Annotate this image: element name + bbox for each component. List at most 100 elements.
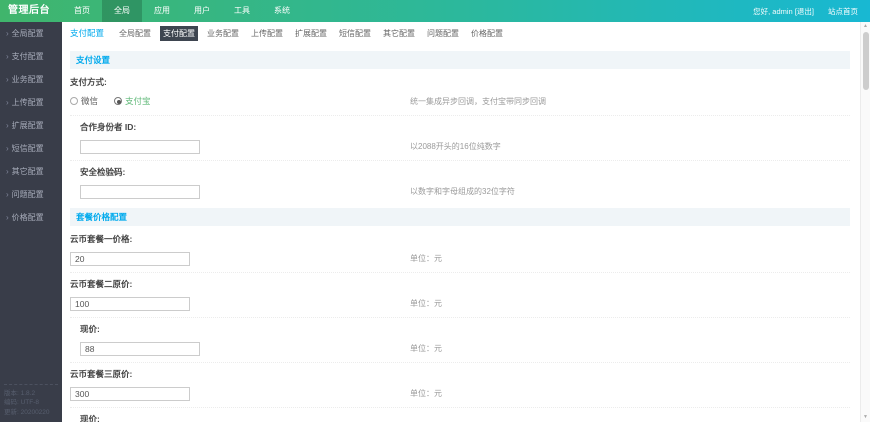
field-label: 合作身份者 ID:	[80, 122, 137, 132]
field-row: 以2088开头的16位纯数字	[70, 137, 850, 155]
breadcrumb[interactable]: 支付配置	[70, 27, 104, 39]
field-help-text: 单位：元	[410, 298, 442, 308]
version-text: 版本: 1.8.2	[4, 389, 36, 397]
chevron-right-icon: ›	[6, 167, 9, 176]
field-label: 支付方式:	[70, 77, 107, 87]
sidebar-item[interactable]: › 问题配置	[0, 183, 62, 206]
field-control	[70, 249, 410, 267]
sidebar-item[interactable]: › 全局配置	[0, 22, 62, 45]
field-help-text: 单位：元	[410, 253, 442, 263]
section-body: 支付方式: 微信 支付宝 统一集成异步回调，支付宝带同步回调合作身份者 ID: 以208…	[70, 71, 850, 205]
updated-text: 更新: 20200220	[4, 408, 50, 416]
section-header: 支付设置	[70, 51, 850, 69]
nav-item[interactable]: 用户	[182, 0, 222, 22]
tab[interactable]: 上传配置	[248, 26, 286, 41]
radio-unselected-icon[interactable]	[70, 97, 78, 105]
field-control	[70, 384, 410, 402]
field-help-text: 以2088开头的16位纯数字	[410, 141, 501, 151]
sidebar-footer: 版本: 1.8.2 编码: UTF-8 更新: 20200220	[4, 383, 58, 418]
tab-bar-tabs: 全局配置 支付配置 业务配置 上传配置 扩展配置 短信配置 其它配置 问题配置 价格配置	[116, 25, 512, 41]
main-content: 支付配置 全局配置 支付配置 业务配置 上传配置 扩展配置 短信配置 其它配置 问题配置 价格配…	[62, 22, 870, 422]
vertical-scrollbar[interactable]: ▲ ▼	[860, 22, 870, 422]
field-row: 单位：元	[70, 294, 850, 312]
field-label: 云币套餐二原价:	[70, 279, 133, 289]
field-row: 单位：元	[70, 249, 850, 267]
nav-item[interactable]: 全局	[102, 0, 142, 22]
sidebar-item-label: 扩展配置	[11, 121, 44, 130]
form-field: 支付方式: 微信 支付宝 统一集成异步回调，支付宝带同步回调	[70, 71, 850, 115]
greeting-text: 您好, admin	[753, 6, 793, 16]
radio-option[interactable]: 微信	[70, 95, 98, 107]
form-field: 云币套餐三原价: 单位：元	[70, 362, 850, 407]
text-input[interactable]	[80, 140, 200, 154]
scroll-down-icon[interactable]: ▼	[861, 413, 870, 422]
field-help-text: 统一集成异步回调，支付宝带同步回调	[410, 96, 546, 106]
tab[interactable]: 其它配置	[380, 26, 418, 41]
field-row: 单位：元	[70, 339, 850, 357]
chevron-right-icon: ›	[6, 52, 9, 61]
tab[interactable]: 扩展配置	[292, 26, 330, 41]
field-control	[70, 137, 410, 155]
form-field: 云币套餐二原价: 单位：元	[70, 272, 850, 317]
scroll-up-icon[interactable]: ▲	[861, 22, 870, 31]
tab[interactable]: 问题配置	[424, 26, 462, 41]
scrollbar-thumb[interactable]	[862, 32, 869, 90]
text-input[interactable]	[70, 252, 190, 266]
nav-item[interactable]: 工具	[222, 0, 262, 22]
sidebar-item-label: 问题配置	[11, 190, 44, 199]
field-label: 现价:	[80, 414, 100, 422]
nav-item[interactable]: 应用	[142, 0, 182, 22]
sidebar-item[interactable]: › 短信配置	[0, 137, 62, 160]
app-logo: 管理后台	[8, 5, 50, 16]
nav-item[interactable]: 系统	[262, 0, 302, 22]
field-control: 微信 支付宝	[70, 92, 410, 110]
form-field: 安全检验码: 以数字和字母组成的32位字符	[70, 160, 850, 205]
form: 支付设置支付方式: 微信 支付宝 统一集成异步回调，支付宝带同步回调合作身份者 ID:…	[62, 44, 860, 422]
sidebar: › 全局配置 › 支付配置 › 业务配置 › 上传配置 › 扩展配置 › 短信配置 › 其它配置 › 问题配置…	[0, 22, 62, 422]
tab[interactable]: 支付配置	[160, 25, 199, 41]
text-input[interactable]	[80, 185, 200, 199]
text-input[interactable]	[80, 342, 200, 356]
sidebar-item[interactable]: › 扩展配置	[0, 114, 62, 137]
sidebar-item[interactable]: › 业务配置	[0, 68, 62, 91]
field-control	[70, 294, 410, 312]
form-field: 云币套餐一价格: 单位：元	[70, 228, 850, 272]
text-input[interactable]	[70, 297, 190, 311]
section-header: 套餐价格配置	[70, 208, 850, 226]
field-label: 云币套餐一价格:	[70, 234, 133, 244]
chevron-right-icon: ›	[6, 144, 9, 153]
radio-label: 支付宝	[125, 96, 151, 106]
field-help-text: 单位：元	[410, 343, 442, 353]
tab[interactable]: 短信配置	[336, 26, 374, 41]
tab[interactable]: 全局配置	[116, 26, 154, 41]
sidebar-item-label: 业务配置	[11, 75, 44, 84]
field-control	[70, 182, 410, 200]
site-home-link[interactable]: 站点首页	[828, 6, 858, 17]
sidebar-item[interactable]: › 支付配置	[0, 45, 62, 68]
chevron-right-icon: ›	[6, 213, 9, 222]
encoding-text: 编码: UTF-8	[4, 399, 40, 406]
form-field: 现价: 单位：元	[70, 317, 850, 362]
field-label: 现价:	[80, 324, 100, 334]
field-row: 单位：元	[70, 384, 850, 402]
radio-option[interactable]: 支付宝	[114, 95, 151, 107]
tab[interactable]: 业务配置	[204, 26, 242, 41]
top-header: 管理后台 首页 全局 应用 用户 工具 系统 您好, admin [退出] 站点首页	[0, 0, 870, 22]
sidebar-item[interactable]: › 价格配置	[0, 206, 62, 229]
top-nav: 首页 全局 应用 用户 工具 系统	[62, 0, 302, 22]
text-input[interactable]	[70, 387, 190, 401]
field-help-text: 单位：元	[410, 388, 442, 398]
tab[interactable]: 价格配置	[468, 26, 506, 41]
sidebar-item[interactable]: › 上传配置	[0, 91, 62, 114]
header-user-area: 您好, admin [退出] 站点首页	[753, 0, 870, 22]
radio-selected-icon[interactable]	[114, 97, 123, 105]
sidebar-item-label: 其它配置	[11, 167, 44, 176]
sidebar-item-label: 短信配置	[11, 144, 44, 153]
logout-link[interactable]: [退出]	[795, 7, 814, 16]
sidebar-item-label: 全局配置	[11, 29, 44, 38]
sidebar-item[interactable]: › 其它配置	[0, 160, 62, 183]
nav-item[interactable]: 首页	[62, 0, 102, 22]
tab-bar: 支付配置 全局配置 支付配置 业务配置 上传配置 扩展配置 短信配置 其它配置 问题配置 价格配…	[62, 22, 870, 44]
sidebar-menu: › 全局配置 › 支付配置 › 业务配置 › 上传配置 › 扩展配置 › 短信配置 › 其它配置 › 问题配置…	[0, 22, 62, 229]
chevron-right-icon: ›	[6, 190, 9, 199]
